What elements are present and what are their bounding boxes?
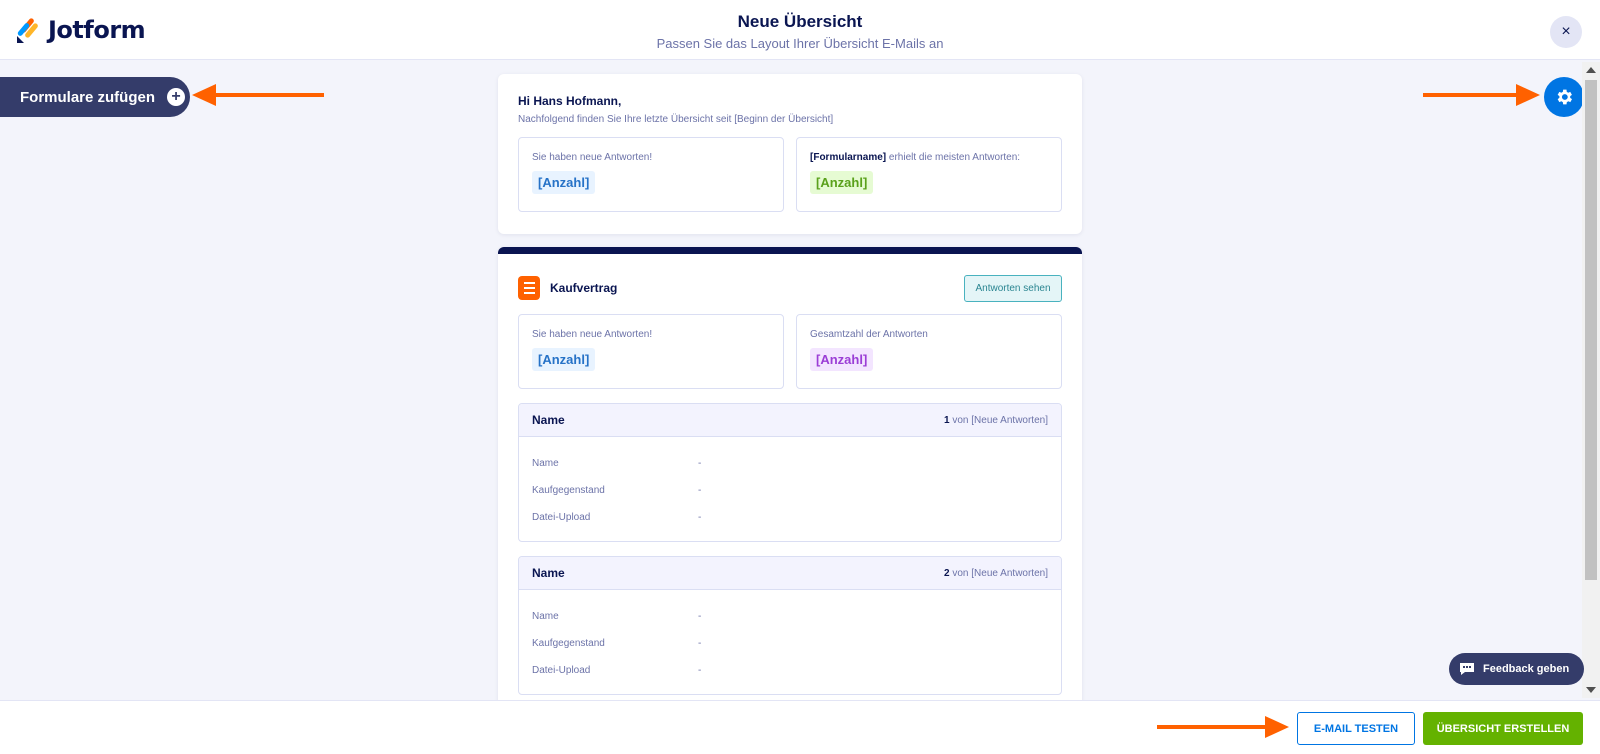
field-value: - <box>698 665 702 676</box>
form-card: Kaufvertrag Antworten sehen Sie haben ne… <box>498 247 1082 707</box>
stat-new-responses: Sie haben neue Antworten! [Anzahl] <box>518 314 784 389</box>
entry-heading: Name <box>532 413 565 427</box>
stat-label: Sie haben neue Antworten! <box>532 152 653 163</box>
entry-heading: Name <box>532 566 565 580</box>
form-stats: Sie haben neue Antworten! [Anzahl] Gesam… <box>518 314 1062 389</box>
entry-of-label: von [Neue Antworten] <box>949 414 1048 426</box>
feedback-icon <box>1460 663 1474 675</box>
add-forms-button[interactable]: Formulare zufügen + <box>0 77 190 117</box>
stat-value: [Anzahl] <box>532 348 596 371</box>
greeting-intro: Nachfolgend finden Sie Ihre letzte Übers… <box>518 114 834 125</box>
annotation-arrow-add-forms <box>192 84 324 106</box>
page-subtitle: Passen Sie das Layout Ihrer Übersicht E-… <box>656 36 944 51</box>
entry-header: Name 2 von [Neue Antworten] <box>519 557 1061 590</box>
form-document-icon <box>518 276 540 300</box>
summary-stats: Sie haben neue Antworten! [Anzahl] [Form… <box>518 137 1062 212</box>
field-value: - <box>698 485 702 496</box>
entry-body: Name - Kaufgegenstand - Datei-Upload - <box>519 590 1061 694</box>
add-forms-label: Formulare zufügen <box>20 88 156 106</box>
view-responses-button[interactable]: Antworten sehen <box>964 274 1062 302</box>
field-value: - <box>698 458 702 469</box>
stat-label: Sie haben neue Antworten! <box>532 329 653 340</box>
vertical-scrollbar[interactable] <box>1582 62 1600 698</box>
stat-new-responses: Sie haben neue Antworten! [Anzahl] <box>518 137 784 212</box>
response-entry: Name 1 von [Neue Antworten] Name - Kaufge… <box>518 403 1062 542</box>
stat-top-form: [Formularname] erhielt die meisten Antwo… <box>796 137 1062 212</box>
field-label: Datei-Upload <box>532 512 591 523</box>
entry-field: Name - <box>532 603 1048 630</box>
scroll-down-icon[interactable] <box>1586 687 1596 693</box>
page-title: Neue Übersicht <box>737 12 863 31</box>
stat-value: [Anzahl] <box>532 171 596 194</box>
annotation-arrow-test-email <box>1157 716 1289 738</box>
entry-field: Kaufgegenstand - <box>532 630 1048 657</box>
field-value: - <box>698 638 702 649</box>
stat-value: [Anzahl] <box>810 171 874 194</box>
entry-body: Name - Kaufgegenstand - Datei-Upload - <box>519 437 1061 541</box>
form-title-wrap: Kaufvertrag <box>518 276 617 300</box>
field-label: Name <box>532 611 559 622</box>
stat-total-responses: Gesamtzahl der Antworten [Anzahl] <box>796 314 1062 389</box>
response-entry: Name 2 von [Neue Antworten] Name - Kaufge… <box>518 556 1062 695</box>
summary-card: Hi Hans Hofmann, Nachfolgend finden Sie … <box>498 74 1082 234</box>
top-form-label: erhielt die meisten Antworten: <box>886 152 1021 163</box>
feedback-label: Feedback geben <box>1483 663 1570 675</box>
top-form-name: [Formularname] <box>810 152 887 163</box>
field-label: Datei-Upload <box>532 665 591 676</box>
scroll-up-icon[interactable] <box>1586 67 1596 73</box>
field-label: Kaufgegenstand <box>532 485 605 496</box>
entry-of-label: von [Neue Antworten] <box>949 567 1048 579</box>
gear-icon <box>1557 89 1572 105</box>
stat-value: [Anzahl] <box>810 348 874 371</box>
annotation-arrow-settings <box>1423 84 1540 106</box>
create-summary-button[interactable]: ÜBERSICHT ERSTELLEN <box>1423 712 1583 745</box>
scroll-thumb[interactable] <box>1585 80 1597 580</box>
stat-label: [Formularname] erhielt die meisten Antwo… <box>810 152 1048 163</box>
stat-label: Gesamtzahl der Antworten <box>810 329 928 340</box>
plus-icon: + <box>167 88 186 106</box>
field-label: Name <box>532 458 559 469</box>
test-email-button[interactable]: E-MAIL TESTEN <box>1297 712 1415 745</box>
close-icon: × <box>1561 23 1571 40</box>
field-value: - <box>698 512 702 523</box>
close-button[interactable]: × <box>1550 16 1582 48</box>
entry-count: 1 von [Neue Antworten] <box>944 415 1048 426</box>
settings-button[interactable] <box>1544 77 1584 117</box>
form-header: Kaufvertrag Antworten sehen <box>518 274 1062 302</box>
greeting: Hi Hans Hofmann, <box>518 94 622 108</box>
header-title-block: Neue Übersicht Passen Sie das Layout Ihr… <box>0 12 1600 51</box>
field-value: - <box>698 611 702 622</box>
entry-field: Name - <box>532 450 1048 477</box>
entry-field: Datei-Upload - <box>532 657 1048 684</box>
top-header: Jotform Neue Übersicht Passen Sie das La… <box>0 0 1600 60</box>
form-title: Kaufvertrag <box>550 281 618 295</box>
feedback-button[interactable]: Feedback geben <box>1449 653 1584 685</box>
entry-header: Name 1 von [Neue Antworten] <box>519 404 1061 437</box>
entry-count: 2 von [Neue Antworten] <box>944 568 1048 579</box>
entry-field: Datei-Upload - <box>532 504 1048 531</box>
footer-bar: E-MAIL TESTEN ÜBERSICHT ERSTELLEN <box>0 700 1600 754</box>
entry-field: Kaufgegenstand - <box>532 477 1048 504</box>
field-label: Kaufgegenstand <box>532 638 605 649</box>
